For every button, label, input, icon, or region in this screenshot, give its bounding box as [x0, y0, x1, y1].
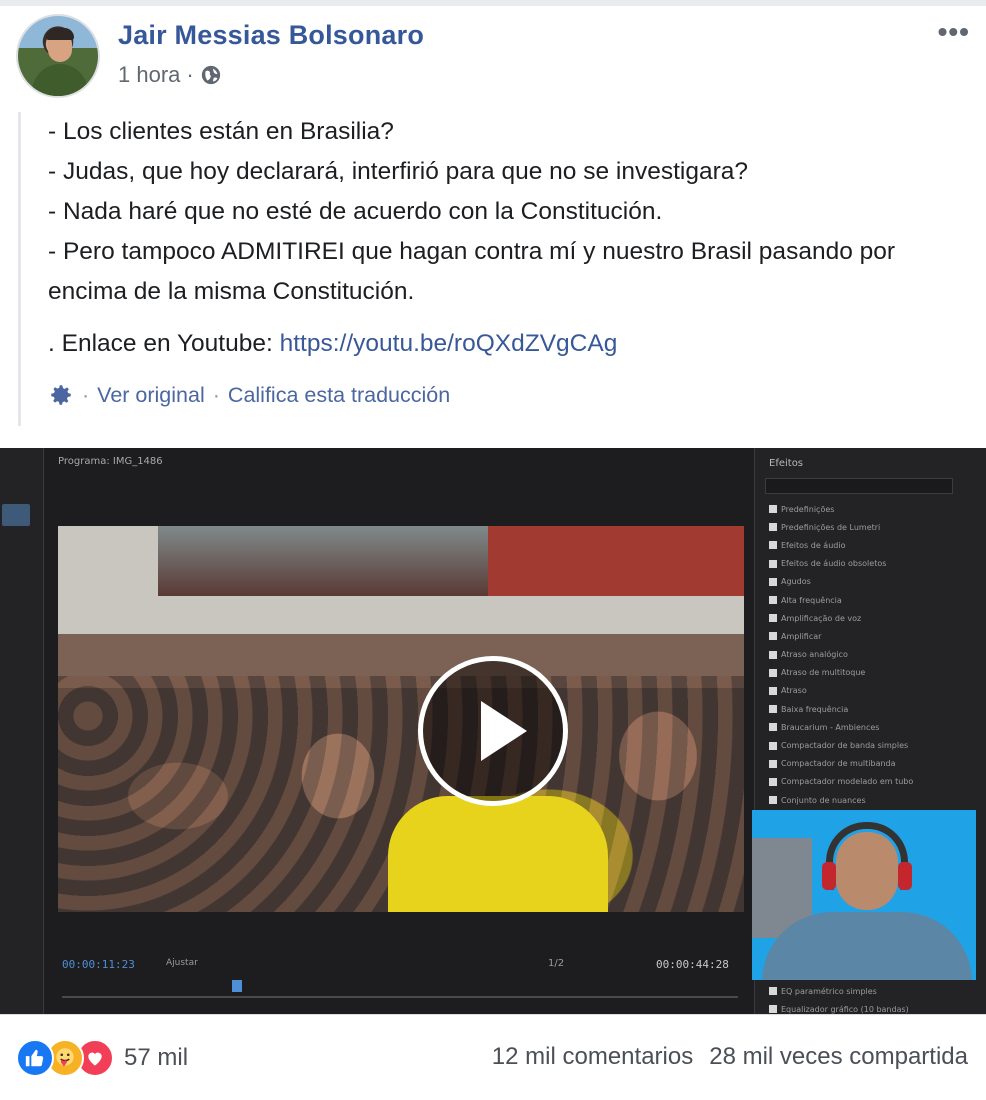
fit-dropdown: Ajustar [166, 958, 198, 968]
avatar-body [32, 64, 88, 96]
globe-icon[interactable] [200, 64, 222, 86]
headphone-ear-left [822, 862, 836, 890]
post-line-1: - Los clientes están en Brasilia? [48, 118, 394, 145]
post-line-2: - Judas, que hoy declarará, interfirió p… [48, 158, 749, 185]
video-player[interactable]: Programa: IMG_1486 00:00:11:23 Ajustar 1… [0, 448, 986, 1014]
link-prefix: . Enlace en Youtube: [48, 330, 280, 357]
editor-left-panel [0, 448, 44, 1014]
reaction-summary[interactable]: 57 mil [16, 1039, 188, 1077]
frame-red-awning [488, 526, 744, 596]
webcam-overlay [752, 810, 976, 980]
post-footer: 57 mil 12 mil comentarios 28 mil veces c… [0, 1014, 986, 1100]
effects-item: Amplificar [769, 627, 979, 645]
webcam-shirt [762, 912, 972, 980]
meta-separator: · [186, 62, 194, 87]
post-time[interactable]: 1 hora [118, 62, 180, 88]
post-header: Jair Messias Bolsonaro 1 hora · ••• [16, 14, 970, 100]
see-original-link[interactable]: Ver original [97, 383, 205, 408]
effects-item: Alta frequência [769, 591, 979, 609]
effects-item: Efeitos de áudio obsoletos [769, 555, 979, 573]
effects-item: Compactador de banda simples [769, 736, 979, 754]
effects-item: Baixa frequência [769, 700, 979, 718]
headphones-icon [826, 822, 908, 890]
reaction-count[interactable]: 57 mil [124, 1044, 188, 1072]
effects-item: Conjunto de nuances [769, 791, 979, 809]
video-frame [58, 526, 744, 912]
effects-item: Braucarium - Ambiences [769, 718, 979, 736]
timecode-total: 00:00:44:28 [656, 958, 729, 971]
gear-icon[interactable] [48, 382, 74, 408]
effects-item: EQ paramétrico simples [769, 982, 979, 1000]
effects-item: Predefinições [769, 500, 979, 518]
post-body: - Los clientes están en Brasilia? - Juda… [18, 112, 918, 426]
avatar-hair [46, 28, 74, 40]
editor-tab [2, 504, 30, 526]
translation-bar: · Ver original · Califica esta traducció… [48, 382, 918, 408]
post-line-3: - Nada haré que no esté de acuerdo con l… [48, 198, 663, 225]
comments-count[interactable]: 12 mil comentarios [492, 1043, 693, 1071]
youtube-link[interactable]: https://youtu.be/roQXdZVgCAg [280, 330, 618, 357]
effects-item: Compactador modelado em tubo [769, 773, 979, 791]
effects-item: Atraso analógico [769, 646, 979, 664]
program-panel-title: Programa: IMG_1486 [58, 456, 163, 467]
translation-separator: · [82, 382, 90, 407]
resolution-dropdown: 1/2 [548, 958, 565, 969]
effects-list: Predefinições Predefinições de Lumetri E… [769, 500, 979, 809]
effects-item: Atraso [769, 682, 979, 700]
effects-title: Efeitos [769, 458, 804, 469]
scrub-bar [62, 996, 738, 998]
effects-item: Efeitos de áudio [769, 536, 979, 554]
frame-yellow-shirt [388, 796, 608, 912]
effects-item: Amplificação de voz [769, 609, 979, 627]
avatar[interactable] [16, 14, 100, 98]
effects-item: Compactador de multibanda [769, 755, 979, 773]
more-options-icon[interactable]: ••• [938, 16, 970, 48]
like-icon [16, 1039, 54, 1077]
effects-list-bottom: EQ paramétrico simples Equalizador gráfi… [769, 982, 979, 1014]
headphone-ear-right [898, 862, 912, 890]
effects-item: Predefinições de Lumetri [769, 518, 979, 536]
rate-translation-link[interactable]: Califica esta traducción [228, 383, 450, 408]
effects-item: Equalizador gráfico (10 bandas) [769, 1000, 979, 1014]
playhead [232, 980, 242, 992]
author-name[interactable]: Jair Messias Bolsonaro [118, 20, 424, 51]
effects-item: Atraso de multitoque [769, 664, 979, 682]
engagement-stats: 12 mil comentarios 28 mil veces comparti… [492, 1043, 968, 1071]
post-line-4: - Pero tampoco ADMITIREI que hagan contr… [48, 238, 896, 305]
youtube-link-line: . Enlace en Youtube: https://youtu.be/ro… [48, 324, 918, 364]
effects-search [765, 478, 953, 494]
post-meta: 1 hora · [118, 62, 222, 88]
timecode-current: 00:00:11:23 [62, 958, 135, 971]
shares-count[interactable]: 28 mil veces compartida [709, 1043, 968, 1071]
effects-item: Agudos [769, 573, 979, 591]
top-edge [0, 0, 986, 6]
translation-separator: · [212, 382, 220, 407]
play-icon[interactable] [418, 656, 568, 806]
